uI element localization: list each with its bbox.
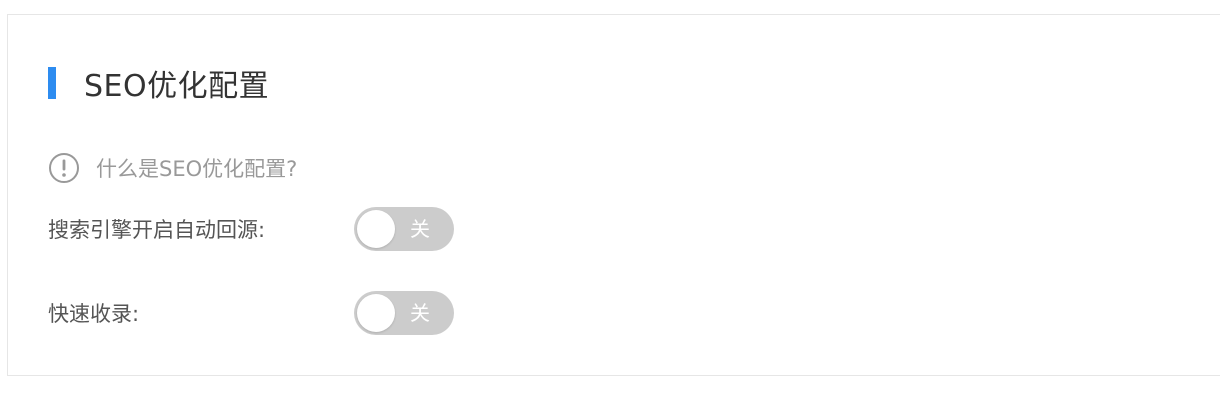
fast-index-toggle[interactable]: 关 [354, 291, 454, 335]
setting-row-fast-index: 快速收录: 关 [48, 291, 454, 335]
auto-origin-toggle[interactable]: 关 [354, 207, 454, 251]
toggle-knob [357, 294, 395, 332]
setting-row-auto-origin: 搜索引擎开启自动回源: 关 [48, 207, 454, 251]
seo-config-panel: SEO优化配置 什么是SEO优化配置? 搜索引擎开启自动回源: 关 快速收录: … [7, 14, 1220, 376]
help-link-text: 什么是SEO优化配置? [96, 157, 298, 181]
seo-help-link[interactable]: 什么是SEO优化配置? [48, 151, 297, 185]
title-accent-bar [48, 67, 56, 99]
setting-label-fast-index: 快速收录: [48, 302, 140, 326]
setting-label-auto-origin: 搜索引擎开启自动回源: [48, 218, 266, 242]
toggle-state-text: 关 [410, 217, 430, 241]
toggle-knob [357, 210, 395, 248]
section-header: SEO优化配置 [48, 65, 269, 104]
section-title: SEO优化配置 [84, 69, 270, 104]
toggle-state-text: 关 [410, 301, 430, 325]
exclamation-circle-icon [49, 153, 79, 183]
